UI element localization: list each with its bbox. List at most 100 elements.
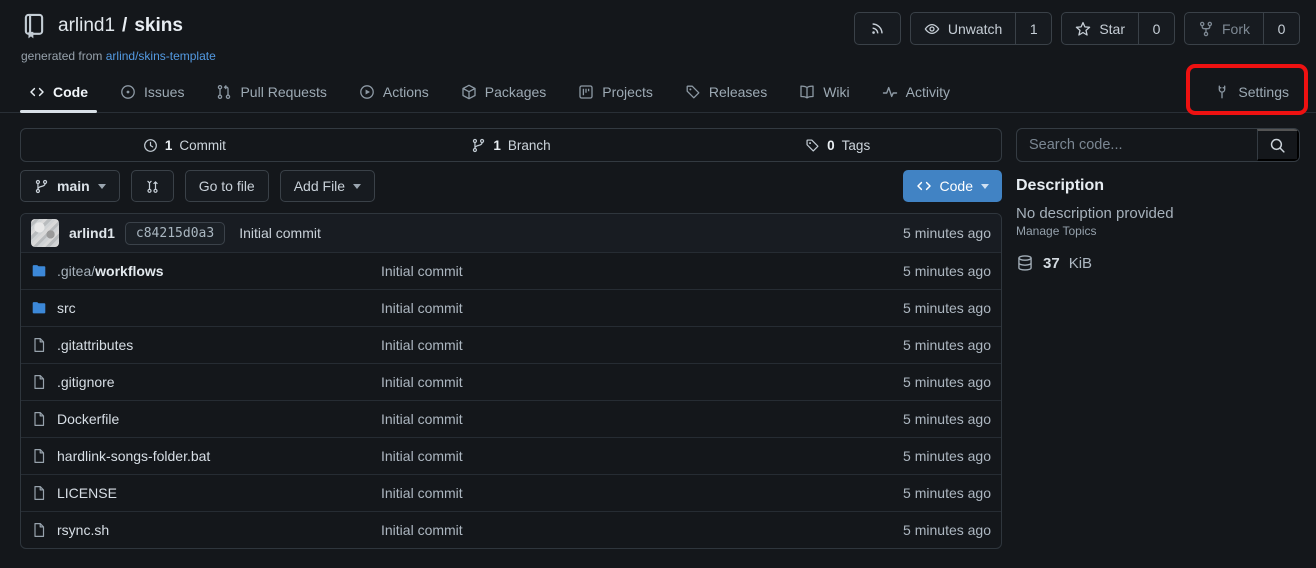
file-link[interactable]: Dockerfile [31,411,381,427]
file-name: .gitattributes [57,337,133,353]
file-link[interactable]: .gitattributes [31,337,381,353]
tab-wiki[interactable]: Wiki [788,71,860,112]
file-commit-message[interactable]: Initial commit [381,263,903,279]
tab-actions[interactable]: Actions [348,71,440,112]
search-button[interactable] [1257,129,1299,161]
fork-button[interactable]: Fork [1185,13,1263,44]
file-link[interactable]: src [31,300,381,316]
watchers-count[interactable]: 1 [1015,13,1051,44]
latest-commit-row: arlind1 c84215d0a3 Initial commit 5 minu… [21,214,1001,252]
forks-count[interactable]: 0 [1263,13,1299,44]
tab-packages-label: Packages [485,84,546,100]
file-link[interactable]: hardlink-songs-folder.bat [31,448,381,464]
template-repo-link[interactable]: arlind/skins-template [106,49,216,63]
branch-name: main [57,178,90,194]
branch-icon [471,138,486,153]
stars-count[interactable]: 0 [1138,13,1174,44]
issue-icon [120,84,136,100]
file-name: rsync.sh [57,522,109,538]
tab-issues[interactable]: Issues [109,71,195,112]
star-button-group: Star 0 [1061,12,1175,45]
file-name: .gitignore [57,374,115,390]
tab-releases[interactable]: Releases [674,71,778,112]
tab-code[interactable]: Code [18,71,99,112]
code-download-button[interactable]: Code [903,170,1002,202]
table-row: .gitea/workflows Initial commit 5 minute… [21,252,1001,289]
repo-name-link[interactable]: skins [134,15,183,37]
file-name: workflows [95,263,163,279]
tag-label: Tags [842,138,871,153]
tab-projects[interactable]: Projects [567,71,664,112]
search-input[interactable] [1017,129,1257,161]
repo-book-icon [21,13,47,39]
description-heading: Description [1016,177,1300,195]
go-to-file-button[interactable]: Go to file [185,170,269,202]
star-button[interactable]: Star [1062,13,1138,44]
commit-message-link[interactable]: Initial commit [239,225,321,241]
file-commit-time: 5 minutes ago [903,337,991,353]
file-table: arlind1 c84215d0a3 Initial commit 5 minu… [20,213,1002,549]
file-link[interactable]: rsync.sh [31,522,381,538]
avatar[interactable] [31,219,59,247]
commit-author-link[interactable]: arlind1 [69,225,115,241]
file-commit-time: 5 minutes ago [903,374,991,390]
file-commit-time: 5 minutes ago [903,300,991,316]
file-icon [31,485,47,501]
rss-button[interactable] [854,12,901,45]
file-commit-time: 5 minutes ago [903,263,991,279]
file-commit-message[interactable]: Initial commit [381,448,903,464]
repo-owner-link[interactable]: arlind1 [58,15,115,37]
commits-stat[interactable]: 1 Commit [21,138,348,153]
tab-pull-requests-label: Pull Requests [240,84,326,100]
table-row: .gitattributes Initial commit 5 minutes … [21,326,1001,363]
unwatch-button[interactable]: Unwatch [911,13,1015,44]
package-icon [461,84,477,100]
folder-icon [31,300,47,316]
search-icon [1269,137,1286,154]
repo-content: 1 Commit 1 Branch 0 Tags [20,128,1002,549]
tab-pull-requests[interactable]: Pull Requests [205,71,337,112]
file-commit-message[interactable]: Initial commit [381,374,903,390]
fork-label: Fork [1222,21,1250,37]
file-commit-message[interactable]: Initial commit [381,337,903,353]
file-commit-time: 5 minutes ago [903,485,991,501]
file-path-prefix: .gitea/ [57,263,95,279]
file-commit-time: 5 minutes ago [903,522,991,538]
repo-size-unit: KiB [1069,255,1092,272]
file-commit-message[interactable]: Initial commit [381,411,903,427]
tags-stat[interactable]: 0 Tags [674,138,1001,153]
tab-settings[interactable]: Settings [1203,71,1300,112]
star-icon [1075,21,1091,37]
file-commit-message[interactable]: Initial commit [381,522,903,538]
file-name: Dockerfile [57,411,119,427]
file-toolbar: main Go to file Add File [20,170,1002,202]
settings-tools-icon [1214,84,1230,100]
file-link[interactable]: .gitignore [31,374,381,390]
file-name: src [57,300,76,316]
file-commit-message[interactable]: Initial commit [381,300,903,316]
database-icon [1016,254,1034,272]
file-link[interactable]: .gitea/workflows [31,263,381,279]
branch-selector[interactable]: main [20,170,120,202]
file-commit-message[interactable]: Initial commit [381,485,903,501]
tab-actions-label: Actions [383,84,429,100]
tab-activity[interactable]: Activity [871,71,961,112]
branch-icon [34,179,49,194]
commit-sha-badge[interactable]: c84215d0a3 [125,222,225,245]
tab-code-label: Code [53,84,88,100]
add-file-button[interactable]: Add File [280,170,375,202]
repo-separator: / [122,15,127,37]
branches-stat[interactable]: 1 Branch [348,138,675,153]
manage-topics-link[interactable]: Manage Topics [1016,224,1097,238]
code-search-box [1016,128,1300,162]
play-circle-icon [359,84,375,100]
tab-packages[interactable]: Packages [450,71,557,112]
main-area: 1 Commit 1 Branch 0 Tags [0,113,1316,549]
file-icon [31,522,47,538]
file-link[interactable]: LICENSE [31,485,381,501]
tag-icon [685,84,701,100]
compare-button[interactable] [131,170,174,202]
repo-action-buttons: Unwatch 1 Star 0 [854,12,1300,45]
commit-label: Commit [179,138,226,153]
rss-icon [870,21,885,36]
